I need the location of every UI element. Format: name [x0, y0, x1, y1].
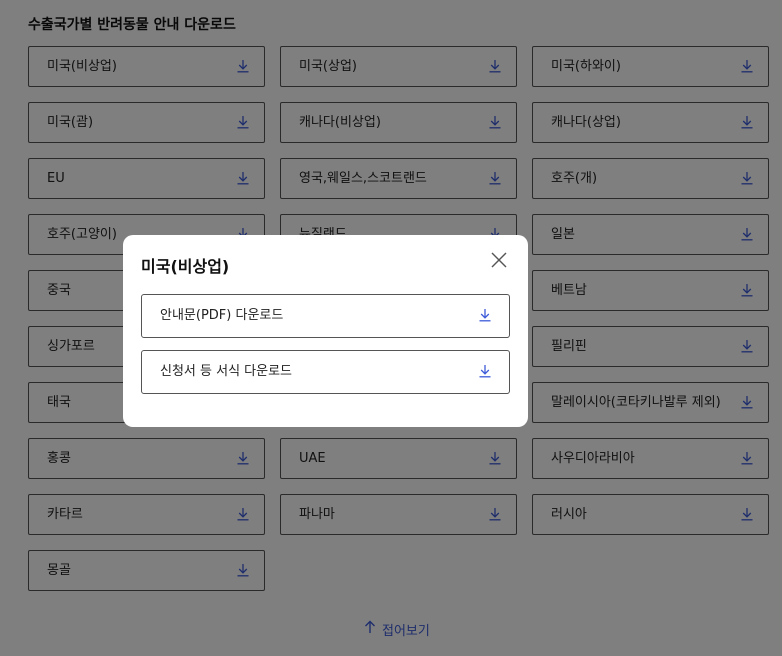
download-icon: [478, 308, 492, 322]
close-button[interactable]: [490, 251, 508, 269]
button-label: 안내문(PDF) 다운로드: [160, 308, 284, 323]
download-modal: 미국(비상업) 안내문(PDF) 다운로드 신청서 등 서식 다운로드: [123, 235, 528, 427]
button-label: 신청서 등 서식 다운로드: [160, 364, 292, 379]
guide-pdf-download-button[interactable]: 안내문(PDF) 다운로드: [141, 294, 510, 338]
download-icon: [478, 364, 492, 378]
application-form-download-button[interactable]: 신청서 등 서식 다운로드: [141, 350, 510, 394]
modal-title: 미국(비상업): [141, 257, 230, 276]
close-icon: [491, 252, 507, 268]
